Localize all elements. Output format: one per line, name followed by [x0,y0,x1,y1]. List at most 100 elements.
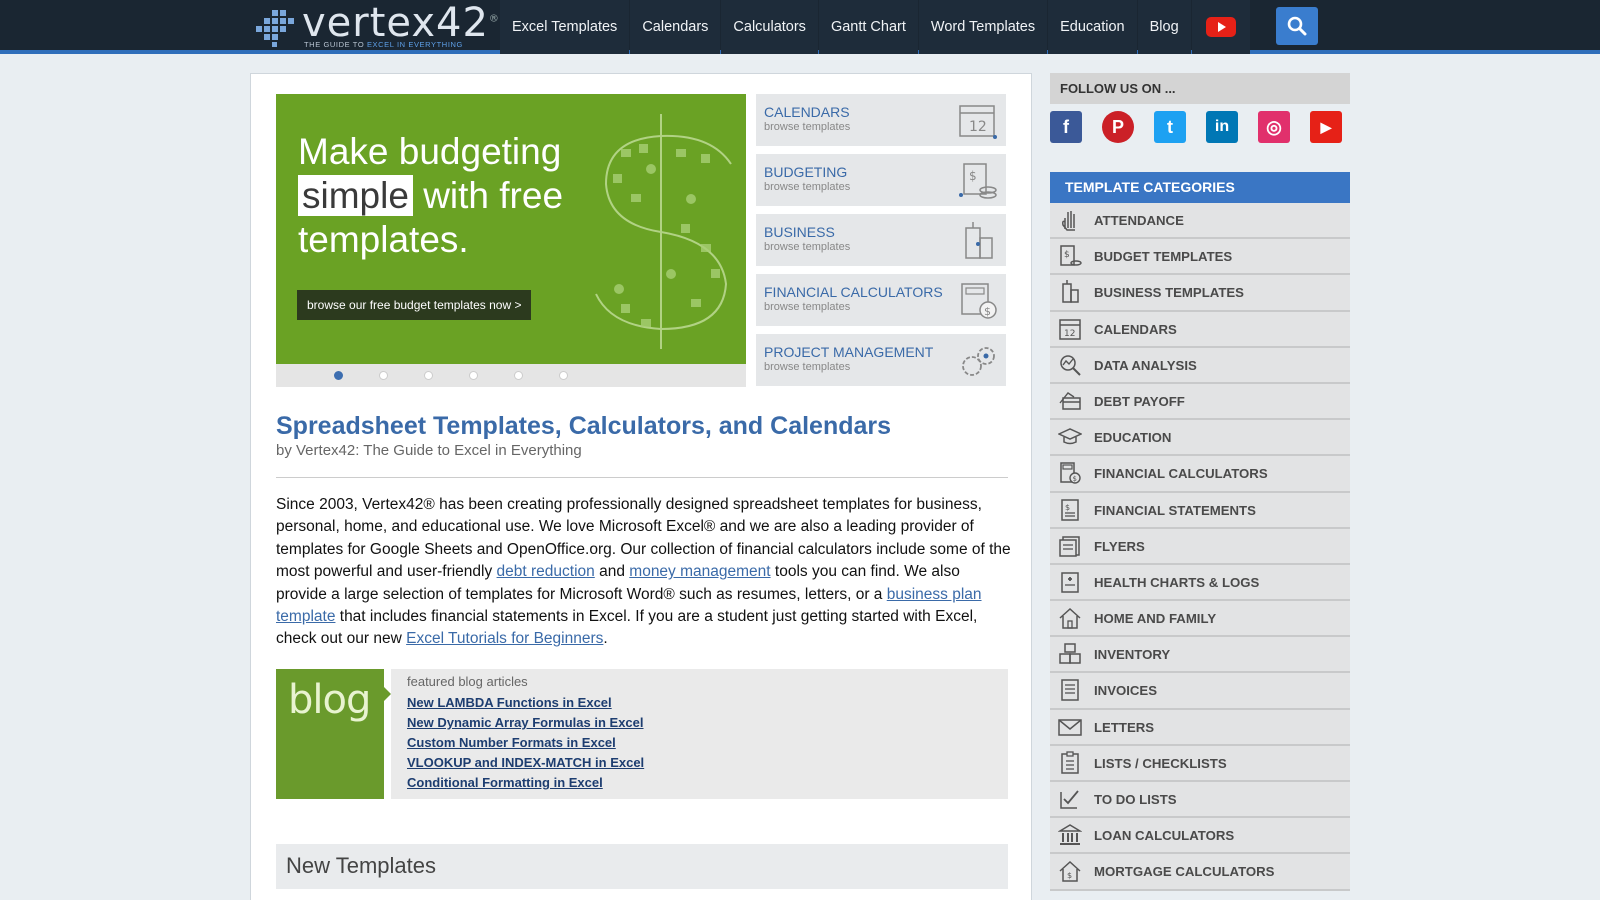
slider-dot-4[interactable] [469,371,478,380]
category-label: FLYERS [1094,538,1145,554]
category-debt-payoff[interactable]: DEBT PAYOFF [1050,383,1350,421]
instagram-icon[interactable]: ◎ [1258,111,1290,143]
slider-dot-1[interactable] [334,371,343,380]
svg-text:$: $ [1064,250,1070,260]
blog-article-link[interactable]: Custom Number Formats in Excel [407,733,644,753]
category-label: BUDGET TEMPLATES [1094,249,1233,265]
category-loan-calculators[interactable]: LOAN CALCULATORS [1050,818,1350,855]
category-home-and-family[interactable]: HOME AND FAMILY [1050,601,1350,638]
linkedin-icon[interactable]: in [1206,111,1238,143]
main-nav: Excel Templates Calendars Calculators Ga… [500,0,1251,54]
slider-dot-6[interactable] [559,371,568,380]
nav-excel-templates[interactable]: Excel Templates [500,0,630,54]
calendar-icon: 12 [959,105,997,139]
svg-text:$: $ [969,169,977,183]
category-label: DEBT PAYOFF [1094,393,1185,409]
category-financial-statements[interactable]: $ FINANCIAL STATEMENTS [1050,492,1350,529]
category-invoices[interactable]: INVOICES [1050,673,1350,710]
divider [276,477,1008,478]
blog-logo[interactable]: blog [276,669,384,799]
vertex42-logo[interactable]: vertex42® THE GUIDE TO EXCEL IN EVERYTHI… [252,0,499,50]
pinterest-icon[interactable]: P [1102,111,1134,143]
category-subtitle: browse templates [764,301,851,313]
magnifier-chart-icon [1060,355,1081,376]
debt-reduction-link[interactable]: debt reduction [497,563,595,580]
category-mortgage-calculators[interactable]: $ MORTGAGE CALCULATORS [1050,854,1350,891]
follow-us-label: FOLLOW US ON ... [1060,81,1176,96]
nav-word-templates[interactable]: Word Templates [918,0,1048,54]
category-attendance[interactable]: ATTENDANCE [1050,203,1350,240]
category-business-templates[interactable]: BUSINESS TEMPLATES [1050,275,1350,312]
category-inventory[interactable]: INVENTORY [1050,637,1350,674]
featured-category-budgeting[interactable]: BUDGETING browse templates $ [756,154,1006,206]
blog-article-link[interactable]: Conditional Formatting in Excel [407,773,644,793]
building-icon [1062,280,1079,304]
featured-blog-heading: featured blog articles [407,674,528,689]
category-title: BUDGETING [764,164,848,180]
hero-line-1: Make budgeting [298,131,562,172]
nav-education[interactable]: Education [1048,0,1137,54]
category-education[interactable]: EDUCATION [1050,420,1350,457]
excel-tutorials-link[interactable]: Excel Tutorials for Beginners [406,630,603,647]
category-budget-templates[interactable]: $ BUDGET TEMPLATES [1050,239,1350,276]
featured-categories: CALENDARS browse templates 12 BUDGETING … [756,94,1006,394]
hero-slide[interactable]: Make budgeting simple with free template… [276,94,746,364]
featured-blog-panel: featured blog articles New LAMBDA Functi… [391,669,1008,799]
blog-logo-text: blog [288,677,371,723]
money-management-link[interactable]: money management [629,563,770,580]
slider-dot-2[interactable] [379,371,388,380]
blog-article-link[interactable]: New Dynamic Array Formulas in Excel [407,713,644,733]
boxes-icon [1059,643,1081,664]
blog-pointer [384,687,391,701]
category-health-charts-logs[interactable]: HEALTH CHARTS & LOGS [1050,564,1350,602]
flyer-icon [1059,535,1080,557]
budget-icon: $ [1060,245,1082,266]
hero-line-2-rest: with free [412,175,564,216]
blog-article-link[interactable]: VLOOKUP and INDEX-MATCH in Excel [407,753,644,773]
gears-icon [962,347,995,376]
slider-dot-5[interactable] [514,371,523,380]
invoice-icon [1061,679,1079,702]
nav-youtube[interactable] [1191,0,1250,54]
logo-tagline: THE GUIDE TO EXCEL IN EVERYTHING [304,40,463,49]
nav-calculators[interactable]: Calculators [721,0,818,54]
slider-pagination [276,364,746,387]
category-subtitle: browse templates [764,241,851,253]
category-lists-checklists[interactable]: LISTS / CHECKLISTS [1050,745,1350,782]
category-title: BUSINESS [764,224,835,240]
svg-text:$: $ [1065,503,1070,512]
youtube-icon [1205,17,1236,37]
category-calendars[interactable]: 12 CALENDARS [1050,311,1350,348]
slider-dot-3[interactable] [424,371,433,380]
search-button[interactable] [1276,7,1318,45]
statement-icon: $ [1061,498,1079,521]
category-label: HOME AND FAMILY [1094,611,1217,627]
hero-line-3: templates. [298,219,469,260]
checkbox-icon [1060,790,1079,809]
featured-category-business[interactable]: BUSINESS browse templates [756,214,1006,266]
facebook-icon[interactable]: f [1050,111,1082,143]
envelope-icon [1058,718,1082,736]
blog-article-link[interactable]: New LAMBDA Functions in Excel [407,693,644,713]
youtube-social-icon[interactable]: ▶ [1310,111,1342,143]
dollar-sign-collage-icon [595,114,732,349]
intro-paragraph: Since 2003, Vertex42® has been creating … [276,494,1011,651]
page-byline: by Vertex42: The Guide to Excel in Every… [276,442,582,459]
featured-category-calendars[interactable]: CALENDARS browse templates 12 [756,94,1006,146]
featured-category-project-management[interactable]: PROJECT MANAGEMENT browse templates [756,334,1006,386]
category-flyers[interactable]: FLYERS [1050,528,1350,565]
category-financial-calculators[interactable]: $ FINANCIAL CALCULATORS [1050,456,1350,493]
hero-highlight-word: simple [298,175,413,216]
hand-icon [1062,211,1075,231]
category-letters[interactable]: LETTERS [1050,709,1350,746]
nav-blog[interactable]: Blog [1137,0,1191,54]
calendar-icon: 12 [1059,318,1081,340]
nav-calendars[interactable]: Calendars [630,0,721,54]
featured-category-financial-calculators[interactable]: FINANCIAL CALCULATORS browse templates $ [756,274,1006,326]
category-data-analysis[interactable]: DATA ANALYSIS [1050,347,1350,384]
category-to-do-lists[interactable]: TO DO LISTS [1050,782,1350,819]
nav-gantt-chart[interactable]: Gantt Chart [818,0,918,54]
svg-text:12: 12 [969,119,987,135]
twitter-icon[interactable]: t [1154,111,1186,143]
browse-budget-templates-button[interactable]: browse our free budget templates now > [297,290,532,320]
